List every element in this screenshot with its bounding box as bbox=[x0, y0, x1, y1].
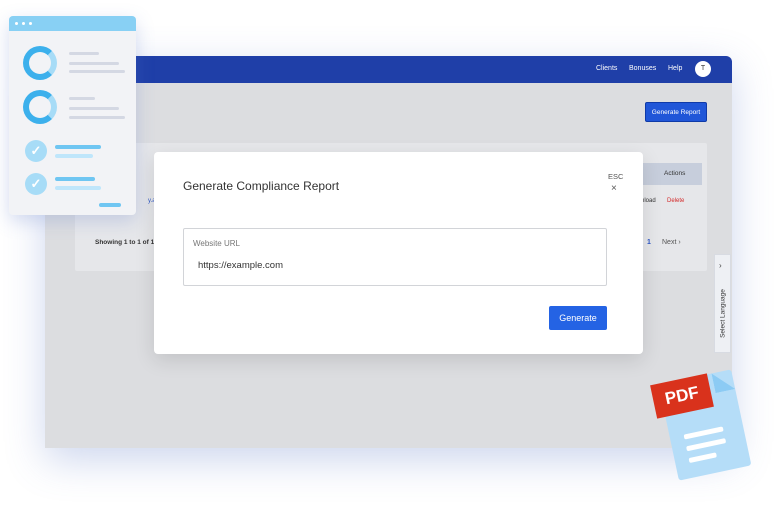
placeholder-bar bbox=[55, 177, 95, 181]
dashboard-illustration: ✓ ✓ bbox=[9, 16, 136, 215]
placeholder-line bbox=[69, 70, 125, 73]
illustration-titlebar bbox=[9, 16, 136, 31]
placeholder-bar bbox=[55, 186, 101, 190]
window-dot bbox=[29, 22, 32, 25]
page-number-button[interactable]: 1 bbox=[647, 239, 651, 246]
document-line bbox=[683, 426, 724, 440]
donut-chart-icon bbox=[23, 46, 57, 80]
top-navbar: Clients Bonuses Help T bbox=[45, 56, 732, 83]
generate-report-button[interactable]: Generate Report bbox=[645, 102, 707, 122]
page-fold bbox=[711, 369, 735, 393]
window-dot bbox=[15, 22, 18, 25]
website-url-field[interactable]: Website URL https://example.com bbox=[183, 228, 607, 286]
website-url-label: Website URL bbox=[193, 239, 240, 248]
avatar[interactable]: T bbox=[695, 61, 711, 77]
placeholder-bar bbox=[99, 203, 121, 207]
donut-chart-icon bbox=[23, 90, 57, 124]
chevron-right-icon: › bbox=[719, 261, 722, 270]
placeholder-line bbox=[69, 116, 125, 119]
actions-column-header: Actions bbox=[664, 170, 686, 177]
placeholder-bar bbox=[55, 154, 93, 158]
document-line bbox=[686, 438, 727, 452]
chevron-right-icon: › bbox=[678, 239, 681, 246]
pagination-summary: Showing 1 to 1 of 1 bbox=[95, 239, 155, 246]
check-icon: ✓ bbox=[25, 140, 47, 162]
placeholder-line bbox=[69, 62, 119, 65]
delete-link[interactable]: Delete bbox=[667, 198, 684, 204]
nav-clients[interactable]: Clients bbox=[596, 65, 617, 72]
placeholder-bar bbox=[55, 145, 101, 149]
compliance-report-modal: Generate Compliance Report ESC × Website… bbox=[154, 152, 643, 354]
nav-help[interactable]: Help bbox=[668, 65, 682, 72]
check-icon: ✓ bbox=[25, 173, 47, 195]
nav-bonuses[interactable]: Bonuses bbox=[629, 65, 656, 72]
download-link[interactable]: nload bbox=[641, 198, 656, 204]
close-icon[interactable]: × bbox=[611, 183, 617, 194]
next-page-button[interactable]: Next › bbox=[662, 239, 681, 246]
generate-button[interactable]: Generate bbox=[549, 306, 607, 330]
modal-title: Generate Compliance Report bbox=[183, 179, 340, 193]
select-language-label: Select Language bbox=[719, 289, 727, 338]
website-url-input[interactable]: https://example.com bbox=[198, 260, 283, 271]
placeholder-line bbox=[69, 107, 119, 110]
placeholder-line bbox=[69, 52, 99, 55]
esc-hint: ESC bbox=[608, 172, 624, 181]
placeholder-line bbox=[69, 97, 95, 100]
document-line bbox=[688, 452, 717, 464]
select-language-tab[interactable]: › Select Language bbox=[714, 254, 731, 353]
window-dot bbox=[22, 22, 25, 25]
next-label: Next bbox=[662, 239, 677, 246]
